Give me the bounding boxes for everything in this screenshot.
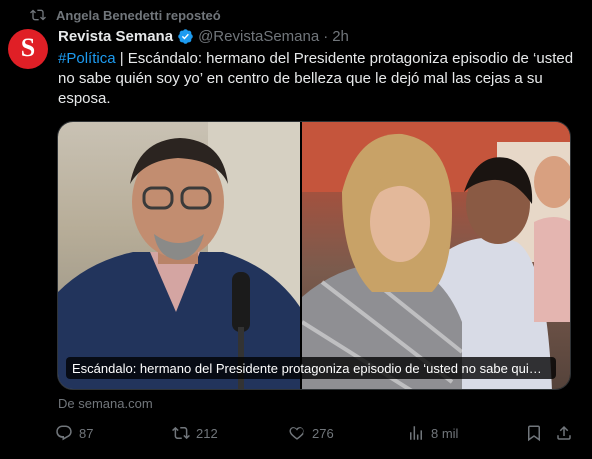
- verified-badge-icon[interactable]: [177, 28, 194, 45]
- avatar-letter: S: [20, 33, 36, 62]
- repost-header[interactable]: Angela Benedetti reposteó: [30, 5, 221, 25]
- link-source[interactable]: De semana.com: [58, 396, 153, 411]
- card-caption-text: Escándalo: hermano del Presidente protag…: [72, 360, 542, 376]
- author-name[interactable]: Revista Semana: [58, 28, 173, 45]
- timestamp[interactable]: 2h: [332, 28, 349, 45]
- like-count: 276: [312, 425, 334, 441]
- reply-icon: [55, 424, 73, 442]
- photo-man-speaking: [58, 122, 300, 389]
- like-button[interactable]: 276: [288, 424, 334, 442]
- action-bar: 87 212 276 8 mil: [55, 424, 575, 446]
- reply-button[interactable]: 87: [55, 424, 93, 442]
- link-card-image[interactable]: Escándalo: hermano del Presidente protag…: [57, 121, 571, 390]
- share-button[interactable]: [555, 424, 573, 442]
- views-count: 8 mil: [431, 425, 459, 441]
- repost-count: 212: [196, 425, 218, 441]
- avatar[interactable]: S: [8, 29, 48, 69]
- reply-count: 87: [79, 425, 94, 441]
- repost-label: Angela Benedetti reposteó: [56, 7, 221, 23]
- repost-button[interactable]: 212: [172, 424, 218, 442]
- bookmark-icon: [525, 424, 543, 442]
- heart-icon: [288, 424, 306, 442]
- tweet-header: Revista Semana @RevistaSemana · 2h: [58, 28, 349, 45]
- separator-dot: ·: [323, 28, 329, 45]
- views-button[interactable]: 8 mil: [407, 424, 458, 442]
- photo-couple: [302, 122, 570, 389]
- repost-action-icon: [172, 424, 190, 442]
- share-icon: [555, 424, 573, 442]
- tweet-text: #Política | Escándalo: hermano del Presi…: [58, 49, 578, 109]
- repost-icon: [30, 7, 46, 23]
- author-handle[interactable]: @RevistaSemana: [198, 28, 319, 45]
- analytics-icon: [407, 424, 425, 442]
- bookmark-button[interactable]: [525, 424, 543, 442]
- link-card-caption: Escándalo: hermano del Presidente protag…: [66, 357, 556, 379]
- tweet-body: | Escándalo: hermano del Presidente prot…: [58, 50, 574, 107]
- hashtag-link[interactable]: #Política: [58, 50, 116, 67]
